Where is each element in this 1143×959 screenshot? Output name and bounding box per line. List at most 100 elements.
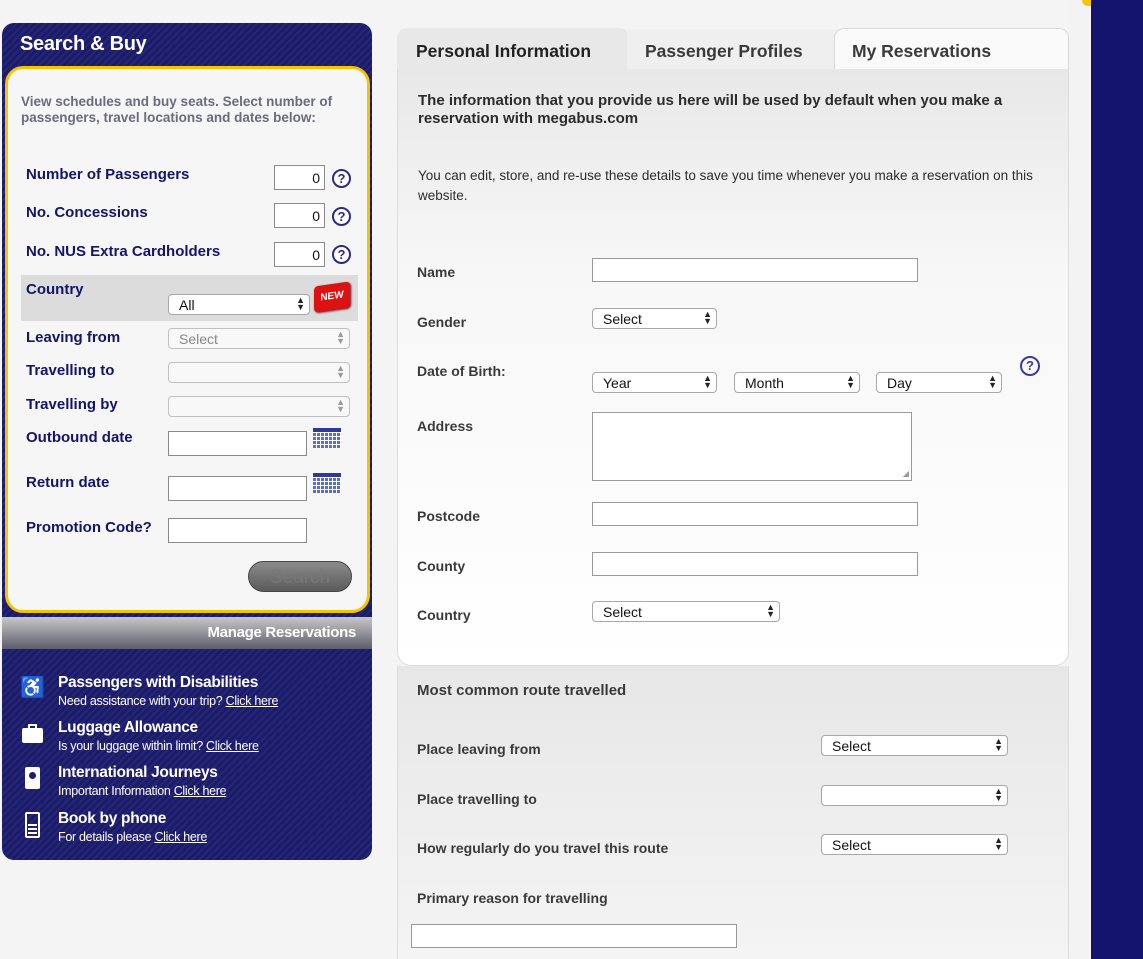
name-input[interactable] — [592, 258, 918, 282]
manage-reservations-bar: Manage Reservations — [2, 617, 372, 649]
place-travelling-to-select[interactable]: ▲ ▼ — [821, 785, 1008, 806]
dob-day-value: Day — [887, 375, 912, 391]
outbound-date-input[interactable] — [168, 431, 307, 456]
num-passengers-label: Number of Passengers — [26, 166, 190, 183]
passport-icon — [20, 766, 44, 790]
leaving-from-label: Leaving from — [26, 329, 121, 346]
luggage-sub-text: Is your luggage within limit? — [58, 739, 203, 753]
select-arrows-icon: ▲ ▼ — [994, 835, 1003, 852]
travel-frequency-select[interactable]: Select ▲ ▼ — [821, 834, 1008, 855]
num-passengers-input[interactable]: 0 — [274, 165, 325, 190]
dob-help-icon[interactable]: ? — [1020, 356, 1040, 376]
page-edge — [1091, 0, 1143, 959]
dob-year-select[interactable]: Year ▲ ▼ — [592, 372, 717, 393]
name-label: Name — [417, 264, 456, 280]
postcode-input[interactable] — [592, 502, 918, 526]
tab-personal-information[interactable]: Personal Information — [397, 28, 629, 70]
nus-cardholders-label: No. NUS Extra Cardholders — [26, 243, 221, 260]
address-label: Address — [417, 418, 474, 434]
num-passengers-help-icon[interactable]: ? — [332, 169, 351, 188]
disabilities-click-here-link[interactable]: Click here — [226, 694, 279, 708]
nus-cardholders-help-icon[interactable]: ? — [332, 245, 351, 264]
country-select[interactable]: All ▲ ▼ — [168, 294, 310, 315]
wheelchair-icon: ♿ — [20, 677, 45, 699]
travel-reason-label: Primary reason for travelling — [417, 890, 608, 906]
tab-my-reservations[interactable]: My Reservations — [834, 28, 1069, 70]
phone-sub-text: For details please — [58, 830, 152, 844]
travelling-by-label: Travelling by — [26, 396, 118, 413]
county-label: County — [417, 558, 466, 574]
address-textarea[interactable]: ◢ — [592, 412, 912, 481]
promotion-code-label: Promotion Code? — [26, 519, 152, 536]
search-button[interactable]: Search — [248, 561, 352, 592]
international-sub: Important Information Click here — [58, 784, 227, 798]
county-input[interactable] — [592, 552, 918, 576]
select-arrows-icon: ▲ ▼ — [766, 602, 775, 619]
select-arrows-icon: ▲ ▼ — [846, 373, 855, 390]
dob-month-value: Month — [745, 375, 784, 391]
return-calendar-icon[interactable] — [313, 473, 341, 493]
leaving-from-value: Select — [179, 331, 218, 347]
select-arrows-icon: ▲ ▼ — [703, 373, 712, 390]
phone-click-here-link[interactable]: Click here — [154, 830, 207, 844]
select-arrows-icon: ▲ ▼ — [336, 397, 345, 414]
concessions-input[interactable]: 0 — [274, 203, 325, 228]
new-badge: NEW — [314, 281, 350, 313]
travelling-to-label: Travelling to — [26, 362, 115, 379]
select-arrows-icon: ▲ ▼ — [703, 309, 712, 326]
page-gutter — [1068, 0, 1091, 959]
select-arrows-icon: ▲ ▼ — [994, 786, 1003, 803]
international-title: International Journeys — [58, 764, 218, 781]
dob-month-select[interactable]: Month ▲ ▼ — [734, 372, 860, 393]
place-leaving-value: Select — [832, 738, 871, 754]
travel-frequency-label: How regularly do you travel this route — [417, 840, 669, 856]
route-heading: Most common route travelled — [417, 682, 627, 699]
outbound-date-label: Outbound date — [26, 429, 133, 446]
gender-select-value: Select — [603, 311, 642, 327]
outbound-calendar-icon[interactable] — [313, 428, 341, 448]
phone-icon — [20, 812, 44, 838]
intro-heading: The information that you provide us here… — [418, 92, 1003, 127]
resize-handle-icon[interactable]: ◢ — [903, 470, 909, 478]
phone-title: Book by phone — [58, 810, 167, 827]
concessions-help-icon[interactable]: ? — [332, 207, 351, 226]
luggage-title: Luggage Allowance — [58, 719, 198, 736]
manage-reservations-link[interactable]: Manage Reservations — [207, 624, 356, 641]
travelling-by-select[interactable]: ▲ ▼ — [168, 396, 350, 417]
search-and-buy-panel: Search & Buy View schedules and buy seat… — [2, 23, 372, 860]
promotion-code-input[interactable] — [168, 518, 307, 543]
international-click-here-link[interactable]: Click here — [174, 784, 227, 798]
luggage-click-here-link[interactable]: Click here — [206, 739, 259, 753]
search-intro: View schedules and buy seats. Select num… — [21, 94, 333, 125]
international-sub-text: Important Information — [58, 784, 171, 798]
luggage-icon — [20, 721, 44, 745]
dob-year-value: Year — [603, 375, 632, 391]
route-panel — [397, 666, 1069, 959]
nus-cardholders-input[interactable]: 0 — [274, 242, 325, 267]
dob-day-select[interactable]: Day ▲ ▼ — [876, 372, 1002, 393]
dob-label: Date of Birth: — [417, 363, 506, 379]
select-arrows-icon: ▲ ▼ — [296, 295, 305, 312]
gender-select[interactable]: Select ▲ ▼ — [592, 308, 717, 329]
tab-passenger-profiles[interactable]: Passenger Profiles — [627, 29, 837, 71]
leaving-from-select[interactable]: Select ▲ ▼ — [168, 328, 350, 349]
intro-text: You can edit, store, and re-use these de… — [418, 168, 1033, 203]
luggage-sub: Is your luggage within limit? Click here — [58, 739, 259, 753]
sidebar-title: Search & Buy — [20, 33, 147, 55]
disabilities-title: Passengers with Disabilities — [58, 674, 259, 691]
search-form: View schedules and buy seats. Select num… — [5, 66, 370, 613]
return-date-input[interactable] — [168, 476, 307, 501]
travel-reason-input[interactable] — [411, 924, 737, 948]
country-select-value: All — [179, 297, 195, 313]
country-field-select[interactable]: Select ▲ ▼ — [592, 601, 780, 622]
return-date-label: Return date — [26, 474, 110, 491]
select-arrows-icon: ▲ ▼ — [994, 736, 1003, 753]
postcode-label: Postcode — [417, 508, 481, 524]
disabilities-sub-text: Need assistance with your trip? — [58, 694, 223, 708]
country-field-label: Country — [417, 607, 471, 623]
travel-frequency-value: Select — [832, 837, 871, 853]
select-arrows-icon: ▲ ▼ — [988, 373, 997, 390]
select-arrows-icon: ▲ ▼ — [336, 363, 345, 380]
travelling-to-select[interactable]: ▲ ▼ — [168, 362, 350, 383]
place-leaving-select[interactable]: Select ▲ ▼ — [821, 735, 1008, 756]
